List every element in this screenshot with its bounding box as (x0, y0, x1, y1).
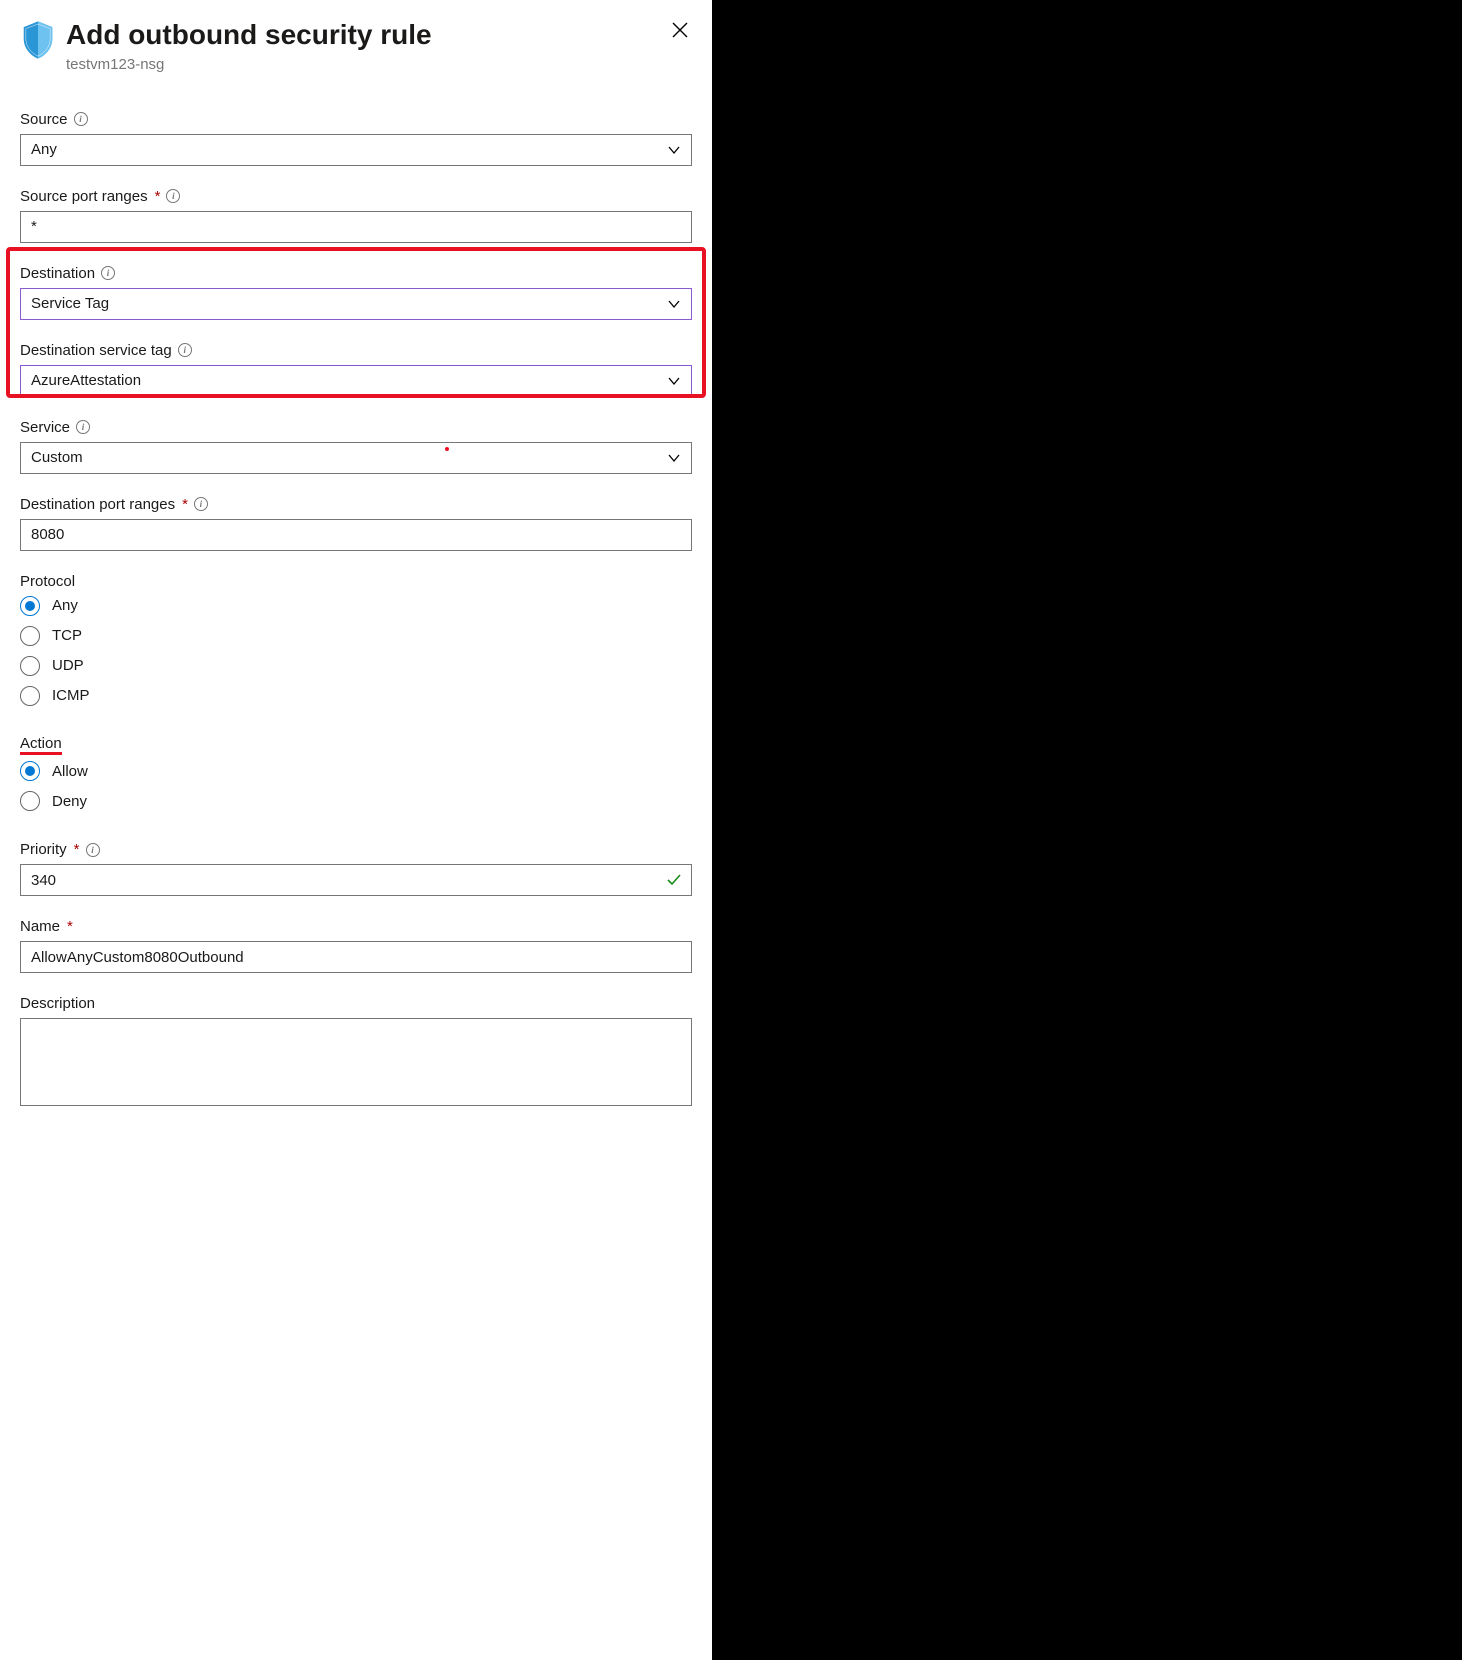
annotation-dot (445, 447, 449, 451)
source-select[interactable]: Any (20, 134, 692, 166)
action-radio-deny[interactable]: Deny (20, 791, 692, 811)
destination-value: Service Tag (31, 295, 109, 312)
required-marker: * (155, 188, 161, 205)
required-marker: * (74, 841, 80, 858)
protocol-label: Protocol (20, 573, 75, 590)
protocol-radio-any[interactable]: Any (20, 596, 692, 616)
add-outbound-rule-panel: Add outbound security rule testvm123-nsg… (0, 0, 712, 1660)
radio-label: TCP (52, 627, 82, 644)
name-input[interactable] (20, 941, 692, 973)
close-button[interactable] (668, 18, 692, 42)
field-dest-service-tag: Destination service tag AzureAttestation (20, 342, 692, 397)
info-icon[interactable] (76, 420, 90, 434)
panel-subtitle: testvm123-nsg (66, 56, 668, 73)
info-icon[interactable] (74, 112, 88, 126)
name-label: Name (20, 918, 60, 935)
destination-select[interactable]: Service Tag (20, 288, 692, 320)
info-icon[interactable] (178, 343, 192, 357)
radio-icon (20, 791, 40, 811)
radio-icon (20, 626, 40, 646)
radio-icon (20, 596, 40, 616)
field-protocol: Protocol Any TCP UDP ICMP (20, 573, 692, 706)
panel-header: Add outbound security rule testvm123-nsg (20, 18, 692, 73)
source-port-input[interactable] (20, 211, 692, 243)
info-icon[interactable] (194, 497, 208, 511)
protocol-radio-udp[interactable]: UDP (20, 656, 692, 676)
radio-icon (20, 686, 40, 706)
checkmark-icon (666, 872, 682, 888)
service-select[interactable]: Custom (20, 442, 692, 474)
protocol-radio-tcp[interactable]: TCP (20, 626, 692, 646)
radio-label: Deny (52, 793, 87, 810)
chevron-down-icon (667, 374, 681, 388)
field-priority: Priority * (20, 841, 692, 896)
shield-icon (20, 20, 56, 60)
field-destination: Destination Service Tag (20, 265, 692, 320)
description-textarea[interactable] (20, 1018, 692, 1106)
action-radio-allow[interactable]: Allow (20, 761, 692, 781)
service-value: Custom (31, 449, 83, 466)
required-marker: * (182, 496, 188, 513)
panel-title: Add outbound security rule (66, 18, 668, 52)
radio-label: Allow (52, 763, 88, 780)
radio-label: UDP (52, 657, 84, 674)
required-marker: * (67, 918, 73, 935)
field-dest-port-ranges: Destination port ranges * (20, 496, 692, 551)
info-icon[interactable] (86, 843, 100, 857)
chevron-down-icon (667, 297, 681, 311)
info-icon[interactable] (101, 266, 115, 280)
description-label: Description (20, 995, 95, 1012)
destination-label: Destination (20, 265, 95, 282)
dest-port-label: Destination port ranges (20, 496, 175, 513)
source-port-label: Source port ranges (20, 188, 148, 205)
protocol-radio-group: Any TCP UDP ICMP (20, 596, 692, 706)
field-action: Action Allow Deny (20, 736, 692, 812)
source-value: Any (31, 141, 57, 158)
chevron-down-icon (667, 451, 681, 465)
field-source-port-ranges: Source port ranges * (20, 188, 692, 243)
dest-service-tag-select[interactable]: AzureAttestation (20, 365, 692, 397)
action-radio-group: Allow Deny (20, 761, 692, 811)
field-service: Service Custom (20, 419, 692, 474)
source-label: Source (20, 111, 68, 128)
radio-icon (20, 761, 40, 781)
protocol-radio-icmp[interactable]: ICMP (20, 686, 692, 706)
radio-label: ICMP (52, 687, 90, 704)
field-source: Source Any (20, 111, 692, 166)
dest-port-input[interactable] (20, 519, 692, 551)
field-name: Name * (20, 918, 692, 973)
radio-label: Any (52, 597, 78, 614)
dest-service-tag-value: AzureAttestation (31, 372, 141, 389)
field-description: Description (20, 995, 692, 1111)
priority-label: Priority (20, 841, 67, 858)
info-icon[interactable] (166, 189, 180, 203)
service-label: Service (20, 419, 70, 436)
radio-icon (20, 656, 40, 676)
priority-input[interactable] (20, 864, 692, 896)
dest-service-tag-label: Destination service tag (20, 342, 172, 359)
chevron-down-icon (667, 143, 681, 157)
action-label: Action (20, 736, 62, 756)
